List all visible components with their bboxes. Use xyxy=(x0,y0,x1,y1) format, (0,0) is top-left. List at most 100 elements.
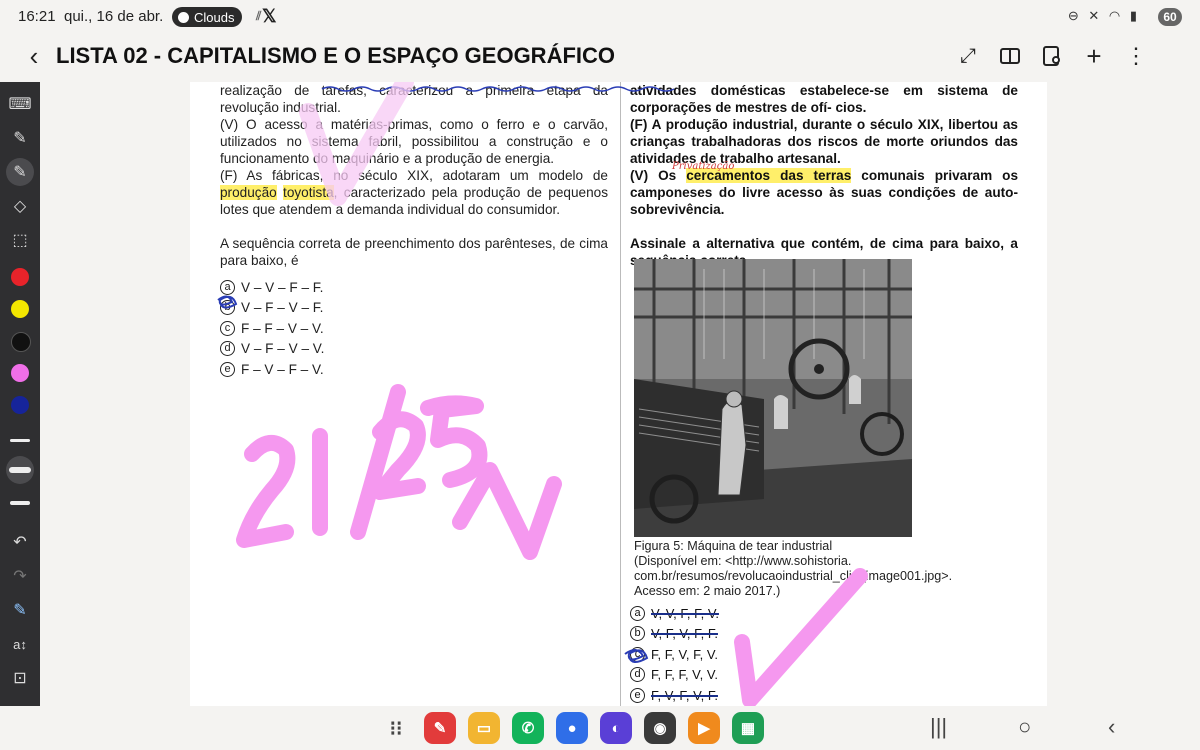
right-option-e[interactable]: e F, V, F, V, F. xyxy=(630,685,719,706)
loom-illustration xyxy=(634,259,912,537)
option-letter: b xyxy=(630,626,645,642)
thickness-medium[interactable] xyxy=(6,456,34,484)
color-yellow[interactable] xyxy=(11,300,29,318)
status-time: 16:21 xyxy=(18,8,56,25)
right-option-d[interactable]: d F, F, F, V, V. xyxy=(630,665,719,686)
option-text: V, V, F, F, V. xyxy=(651,605,719,621)
right-option-b[interactable]: b V, F, V, F, F. xyxy=(630,624,719,645)
column-divider xyxy=(620,82,621,706)
home-button[interactable]: ○ xyxy=(1018,714,1031,740)
highlighter-icon[interactable]: ✎ xyxy=(6,158,34,186)
left-column: realização de tarefas, caracterizou a pr… xyxy=(220,82,608,380)
browser-app-icon[interactable]: ◐ xyxy=(600,712,632,744)
status-date: qui., 16 de abr. xyxy=(64,8,164,25)
document-page[interactable]: realização de tarefas, caracterizou a pr… xyxy=(190,82,1047,706)
messages-app-icon[interactable]: ● xyxy=(556,712,588,744)
option-text: F – F – V – V. xyxy=(241,320,324,336)
right-options: a V, V, F, F, V. b V, F, V, F, F. c F, F, V… xyxy=(630,603,719,706)
thickness-thick[interactable] xyxy=(10,501,30,505)
title-actions: ⤢ + ⋮ xyxy=(954,41,1150,71)
lock-icon[interactable]: ⊡ xyxy=(6,664,34,692)
right-item-f-mark: (F) xyxy=(630,117,648,132)
pen-toolbar: ⌨ ✎ ✎ ◇ ⬚ ↶ ↷ ✎ a↕ ⊡ xyxy=(0,82,40,706)
apps-grid-icon[interactable]: ⁝⁝ xyxy=(380,712,412,744)
option-letter: a xyxy=(220,279,235,295)
option-letter: c xyxy=(220,320,235,336)
item-1-text-a: realização de tarefas xyxy=(220,83,364,98)
option-letter: b xyxy=(220,300,235,316)
x-logo-icon: 𝕏 xyxy=(262,6,277,26)
right-column: atividades domésticas estabelece-se em s… xyxy=(630,82,1018,269)
pen-settings-icon[interactable]: ✎ xyxy=(6,596,34,624)
right-option-a[interactable]: a V, V, F, F, V. xyxy=(630,603,719,624)
keyboard-icon[interactable]: ⌨ xyxy=(6,90,34,118)
item-2-mark: (V) xyxy=(220,117,239,132)
option-letter: e xyxy=(630,687,645,703)
right-item-f: (F) A produção industrial, durante o séc… xyxy=(630,116,1018,167)
notes-app-icon[interactable]: ✎ xyxy=(424,712,456,744)
left-option-b[interactable]: b V – F – V – F. xyxy=(220,298,608,319)
option-letter: c xyxy=(630,646,645,662)
color-blue[interactable] xyxy=(11,396,29,414)
folder-app-icon[interactable]: ▭ xyxy=(468,712,500,744)
option-letter: e xyxy=(220,361,235,377)
item-3: (F) As fábricas, no século XIX, adotaram… xyxy=(220,167,608,218)
eraser-icon[interactable]: ◇ xyxy=(6,192,34,220)
left-option-d[interactable]: d V – F – V – V. xyxy=(220,339,608,360)
expand-icon[interactable]: ⤢ xyxy=(954,42,982,70)
lasso-select-icon[interactable]: ⬚ xyxy=(6,226,34,254)
option-letter: a xyxy=(630,605,645,621)
page-settings-icon[interactable] xyxy=(1038,42,1066,70)
option-text: V – F – V – V. xyxy=(241,341,325,357)
battery-icon: 60 xyxy=(1158,8,1182,26)
loom-drawing xyxy=(634,259,912,537)
phone-app-icon[interactable]: ✆ xyxy=(512,712,544,744)
item-3-text-a: As fábricas, no século XIX, adotaram um … xyxy=(237,168,608,183)
color-red[interactable] xyxy=(11,268,29,286)
spotify-icon xyxy=(178,11,189,23)
book-icon[interactable] xyxy=(996,42,1024,70)
color-black[interactable] xyxy=(11,332,31,352)
item-2: (V) O acesso a matérias-primas, como o f… xyxy=(220,116,608,167)
text-size-icon[interactable]: a↕ xyxy=(6,630,34,658)
highlight-toyotista: toyotista xyxy=(283,185,334,200)
color-pink[interactable] xyxy=(11,364,29,382)
right-item-v-mark: (V) xyxy=(630,168,649,183)
camera-app-icon[interactable]: ◉ xyxy=(644,712,676,744)
back-button[interactable]: ‹ xyxy=(20,42,48,72)
left-option-c[interactable]: c F – F – V – V. xyxy=(220,318,608,339)
system-icons: ⊖ ✕ ◠ ▮ xyxy=(1067,8,1140,23)
media-pill[interactable]: Clouds xyxy=(172,7,243,27)
left-option-a[interactable]: a V – V – F – F. xyxy=(220,277,608,298)
more-icon[interactable]: ⋮ xyxy=(1122,42,1150,70)
option-text: F, F, F, V, V. xyxy=(651,667,718,683)
player-app-icon[interactable]: ▶ xyxy=(688,712,720,744)
left-options: a V – V – F – F. b V – F – V – F. c F – F –… xyxy=(220,277,608,380)
option-letter: d xyxy=(630,667,645,683)
figure-caption: Figura 5: Máquina de tear industrial (Di… xyxy=(634,539,964,599)
left-question: A sequência correta de preenchimento dos… xyxy=(220,236,608,268)
right-option-c[interactable]: c F, F, V, F, V. xyxy=(630,644,719,665)
caption-line-3: com.br/resumos/revolucaoindustrial_clip_… xyxy=(634,569,953,583)
pen-icon[interactable]: ✎ xyxy=(6,124,34,152)
item-3-mark: (F) xyxy=(220,168,238,183)
thickness-thin[interactable] xyxy=(10,439,30,442)
app-dock: ⁝⁝ ✎ ▭ ✆ ● ◐ ◉ ▶ ▦ xyxy=(380,712,764,744)
item-2-text: O acesso a matérias-primas, como o ferro… xyxy=(220,117,608,166)
page-title: LISTA 02 - CAPITALISMO E O ESPAÇO GEOGRÁ… xyxy=(56,43,616,68)
x-app-icon: ⫽ xyxy=(256,9,262,23)
undo-icon[interactable]: ↶ xyxy=(6,528,34,556)
left-option-e[interactable]: e F – V – F – V. xyxy=(220,359,608,380)
bottom-bar: ⁝⁝ ✎ ▭ ✆ ● ◐ ◉ ▶ ▦ ||| ○ ‹ xyxy=(0,706,1200,750)
option-text: F, F, V, F, V. xyxy=(651,646,718,662)
recents-button[interactable]: ||| xyxy=(930,714,947,740)
highlight-producao: produção xyxy=(220,185,277,200)
redo-icon[interactable]: ↷ xyxy=(6,562,34,590)
add-icon[interactable]: + xyxy=(1080,41,1108,71)
media-pill-label: Clouds xyxy=(194,9,235,25)
sheets-app-icon[interactable]: ▦ xyxy=(732,712,764,744)
score-21-25 xyxy=(236,384,562,560)
highlight-cercamentos: cercamentos das terras xyxy=(686,168,852,183)
back-nav-button[interactable]: ‹ xyxy=(1108,714,1115,740)
item-1-text: realização de tarefas, caracterizou a pr… xyxy=(220,82,608,116)
